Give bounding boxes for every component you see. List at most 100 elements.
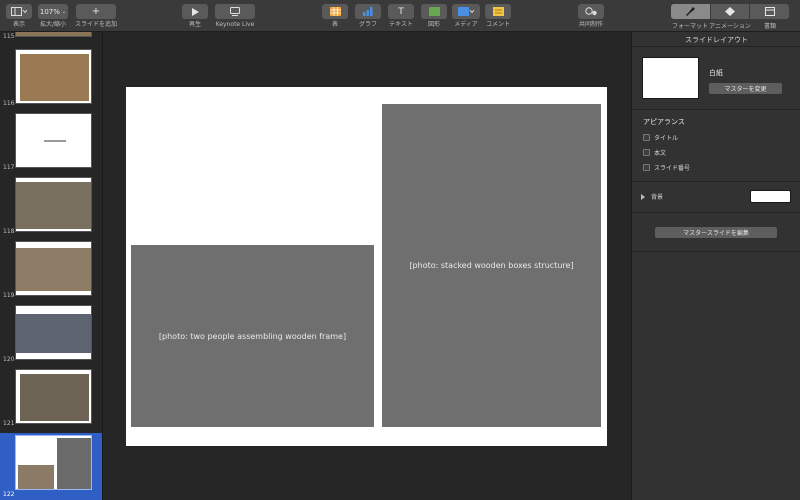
background-color-well[interactable] [750,190,791,203]
slide-number: 118 [3,228,15,235]
slide-thumbnail[interactable] [15,177,92,232]
comment[interactable]: コメント [485,4,511,29]
slide-thumbnail[interactable] [15,49,92,104]
add-slide-button[interactable]: + [76,4,116,19]
slide-navigator: 115 116 117 118 119 120 121 122 [0,32,103,500]
chart[interactable]: グラフ [355,4,381,29]
comment-icon [492,7,504,16]
slide-number-checkbox-row[interactable]: スライド番号 [643,163,690,172]
collaborate-button[interactable] [578,4,604,19]
slide-thumbnail-row[interactable]: 119 [0,239,102,301]
shape-label: 図形 [427,21,440,28]
table-button[interactable] [322,4,348,19]
comment-label: コメント [485,21,510,28]
background-label: 背景 [651,194,664,201]
slide-number-checkbox-label: スライド番号 [654,165,691,172]
slide-thumbnail[interactable] [15,32,92,37]
play-button[interactable] [182,4,208,19]
photo-left-placeholder: [photo: two people assembling wooden fra… [158,331,347,341]
media-label: メディア [454,21,478,28]
keynote-live-button[interactable] [215,4,255,19]
slide-number: 120 [3,356,15,363]
background-disclosure[interactable]: 背景 [641,192,663,201]
animate-tab[interactable] [711,4,751,19]
slide-thumbnail-row[interactable]: 120 [0,303,102,365]
slide-thumbnail-row[interactable]: 116 [0,47,102,109]
keynote-live[interactable]: Keynote Live [215,4,255,29]
chevron-down-icon: ⌄ [61,8,67,15]
chart-button[interactable] [355,4,381,19]
slide-thumbnail-row-selected[interactable]: 122 [0,433,102,500]
shape[interactable]: 図形 [421,4,447,29]
slide-thumbnail[interactable] [15,241,92,296]
zoom-value: 107% [39,7,60,16]
photo-right-placeholder: [photo: stacked wooden boxes structure] [409,261,574,270]
title-checkbox-row[interactable]: タイトル [643,133,678,142]
slide-thumbnail-row[interactable]: 118 [0,175,102,237]
slide-number: 116 [3,100,15,107]
chart-label: グラフ [358,21,377,28]
text[interactable]: T テキスト [388,4,414,29]
play-label: 再生 [188,21,201,28]
slide-number-checkbox[interactable] [643,164,650,171]
play[interactable]: 再生 [182,4,208,29]
media[interactable]: メディア [452,4,480,29]
divider [632,46,800,47]
photo-right[interactable]: [photo: stacked wooden boxes structure] [382,104,601,427]
title-checkbox[interactable] [643,134,650,141]
document-icon [764,7,775,16]
photo-left[interactable]: [photo: two people assembling wooden fra… [131,245,374,427]
shape-button[interactable] [421,4,447,19]
view-label: 表示 [12,21,25,28]
add-slide-label: スライドを追加 [75,21,118,28]
format-tab[interactable] [671,4,711,19]
body-checkbox[interactable] [643,149,650,156]
slide-number: 117 [3,164,15,171]
slide-thumbnail[interactable] [15,435,92,490]
view-menu[interactable]: 表示 [6,4,32,29]
zoom-label: 拡大/縮小 [39,21,67,28]
divider [632,251,800,252]
slide-thumbnail[interactable] [15,305,92,360]
view-button[interactable] [6,4,32,19]
slide-thumbnail[interactable] [15,369,92,424]
slide[interactable]: [photo: two people assembling wooden fra… [126,87,607,446]
media-icon [458,7,474,16]
body-checkbox-row[interactable]: 本文 [643,148,666,157]
slide-number: 119 [3,292,15,299]
play-icon [192,7,199,16]
keynote-window: 表示 107% ⌄ 拡大/縮小 + スライドを追加 再生 Keynote Liv… [0,0,800,500]
table-label: 表 [331,21,338,28]
zoom-menu[interactable]: 107% ⌄ 拡大/縮小 [38,4,68,29]
add-slide[interactable]: + スライドを追加 [75,4,117,29]
slide-thumbnail-row[interactable]: 117 [0,111,102,173]
table[interactable]: 表 [322,4,348,29]
change-master-button[interactable]: マスターを変更 [709,83,782,94]
text-label: テキスト [389,21,413,28]
slide-thumbnail[interactable] [15,113,92,168]
divider [632,181,800,182]
sidebar-icon [11,7,27,16]
slide-thumbnail-row[interactable]: 115 [0,32,102,42]
plus-icon: + [91,6,101,17]
comment-button[interactable] [485,4,511,19]
media-button[interactable] [452,4,480,19]
collaborate[interactable]: 共同制作 [578,4,604,29]
disclosure-triangle-icon[interactable] [641,193,645,200]
broadcast-icon [230,7,240,16]
slide-number: 121 [3,420,15,427]
document-tab[interactable] [750,4,789,19]
shape-icon [428,7,440,16]
zoom-button[interactable]: 107% ⌄ [38,4,68,19]
master-name: 白紙 [709,69,723,77]
collaborate-icon [585,7,597,16]
body-checkbox-label: 本文 [654,150,667,157]
text-button[interactable]: T [388,4,414,19]
edit-master-slide-button[interactable]: マスタースライドを編集 [655,227,777,238]
master-thumbnail[interactable] [642,57,699,99]
slide-number: 115 [3,33,15,40]
inspector-segmented-control [671,4,789,19]
slide-thumbnail-row[interactable]: 121 [0,367,102,429]
chart-icon [362,7,372,16]
paintbrush-icon [686,7,696,16]
